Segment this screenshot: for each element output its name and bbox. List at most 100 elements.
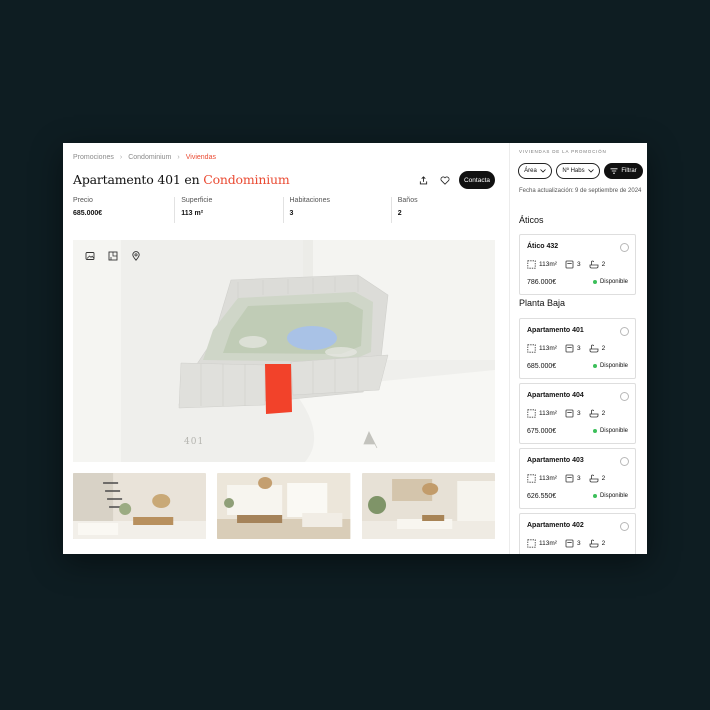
title-prefix: Apartamento 401 en — [73, 172, 200, 187]
stat-label: Baños — [397, 197, 418, 204]
unit-name: Ático 432 — [527, 243, 559, 250]
unit-baths: 2 — [601, 345, 606, 352]
unit-baths: 2 — [601, 475, 606, 482]
unit-price: 675.000€ — [527, 428, 557, 435]
status-dot-icon — [592, 280, 597, 284]
heart-icon[interactable] — [438, 173, 452, 187]
update-date: Fecha actualización: 9 de septiembre de … — [519, 187, 644, 196]
unit-price: 626.550€ — [527, 493, 557, 500]
sidebar-heading: VIVIENDAS DE LA PROMOCIÓN — [519, 149, 607, 154]
area-filter-button[interactable]: Área — [518, 163, 552, 179]
site-plan-map[interactable]: 401 — [73, 240, 495, 462]
bed-icon — [565, 260, 574, 269]
unit-area: 113m² — [539, 261, 557, 268]
unit-status: Disponible — [592, 428, 628, 434]
stat-baths: Baños 2 — [390, 197, 499, 223]
unit-rooms: 3 — [576, 345, 581, 352]
unit-features: 113m² 3 2 — [527, 409, 632, 418]
site-plan-drawing — [73, 240, 495, 462]
unit-select-radio[interactable] — [620, 457, 629, 466]
floorplan-icon[interactable] — [106, 249, 120, 263]
unit-card-atico-432[interactable]: Ático 432 113m² 3 2 786.000€ Disponible — [519, 234, 636, 295]
filter-label: Filtrar — [621, 168, 637, 174]
unit-rooms: 3 — [576, 261, 581, 268]
share-icon[interactable] — [416, 173, 430, 187]
unit-name: Apartamento 402 — [527, 522, 584, 529]
unit-card-apartamento-401[interactable]: Apartamento 401 113m² 3 2 685.000€ Dispo… — [519, 318, 636, 379]
photo-gallery — [73, 473, 495, 541]
unit-baths: 2 — [601, 261, 606, 268]
page-title: Apartamento 401 en Condominium — [73, 172, 290, 187]
unit-status: Disponible — [592, 493, 628, 499]
unit-status-label: Disponible — [599, 428, 628, 434]
stat-value: 685.000€ — [73, 210, 103, 217]
property-card: Promociones › Condominium › Viviendas Aparta… — [63, 143, 647, 554]
unit-card-apartamento-404[interactable]: Apartamento 404 113m² 3 2 675.000€ Dispo… — [519, 383, 636, 444]
unit-area: 113m² — [539, 345, 557, 352]
stat-value: 3 — [289, 210, 294, 217]
gallery-icon[interactable] — [83, 249, 97, 263]
unit-select-radio[interactable] — [620, 243, 629, 252]
bath-icon — [589, 539, 598, 548]
breadcrumb-condominium[interactable]: Condominium — [128, 154, 171, 161]
unit-name: Apartamento 403 — [527, 457, 584, 464]
bed-icon — [565, 409, 574, 418]
bed-icon — [565, 344, 574, 353]
unit-area: 113m² — [539, 410, 557, 417]
unit-card-apartamento-402[interactable]: Apartamento 402 113m² 3 2 — [519, 513, 636, 554]
breadcrumb-viviendas[interactable]: Viviendas — [186, 154, 216, 161]
unit-select-radio[interactable] — [620, 327, 629, 336]
unit-baths: 2 — [601, 410, 606, 417]
area-icon — [527, 409, 536, 418]
breadcrumb-promociones[interactable]: Promociones — [73, 154, 114, 161]
filter-button[interactable]: Filtrar — [604, 163, 643, 179]
chevron-right-icon: › — [177, 154, 180, 161]
stat-label: Habitaciones — [289, 197, 330, 204]
bath-icon — [589, 344, 598, 353]
main-panel: Promociones › Condominium › Viviendas Aparta… — [63, 143, 509, 554]
unit-select-radio[interactable] — [620, 522, 629, 531]
rooms-filter-label: Nº Habs — [562, 168, 585, 174]
photo-thumbnail[interactable] — [73, 473, 207, 539]
unit-status-label: Disponible — [599, 363, 628, 369]
stat-label: Superficie — [181, 197, 213, 204]
area-icon — [527, 539, 536, 548]
unit-status-label: Disponible — [599, 493, 628, 499]
bed-icon — [565, 539, 574, 548]
stat-price: Precio 685.000€ — [73, 197, 174, 223]
unit-area: 113m² — [539, 475, 557, 482]
photo-thumbnail[interactable] — [361, 473, 495, 539]
unit-features: 113m² 3 2 — [527, 344, 632, 353]
update-value: 9 de septiembre de 2024 — [575, 188, 642, 194]
status-dot-icon — [592, 494, 597, 498]
unit-features: 113m² 3 2 — [527, 260, 632, 269]
unit-name: Apartamento 404 — [527, 392, 584, 399]
bed-icon — [565, 474, 574, 483]
rooms-filter-button[interactable]: Nº Habs — [556, 163, 600, 179]
bath-icon — [589, 260, 598, 269]
location-pin-icon[interactable] — [129, 249, 143, 263]
stats-row: Precio 685.000€ Superficie 113 m² Habita… — [73, 197, 499, 223]
stat-value: 2 — [397, 210, 402, 217]
status-dot-icon — [592, 364, 597, 368]
unit-rooms: 3 — [576, 540, 581, 547]
chevron-right-icon: › — [119, 154, 123, 161]
breadcrumb: Promociones › Condominium › Viviendas — [73, 154, 216, 161]
stat-rooms: Habitaciones 3 — [282, 197, 391, 223]
title-accent: Condominium — [203, 172, 290, 187]
unit-card-apartamento-403[interactable]: Apartamento 403 113m² 3 2 626.550€ Dispo… — [519, 448, 636, 509]
area-filter-label: Área — [524, 168, 537, 174]
unit-number-label: 401 — [184, 437, 205, 447]
unit-name: Apartamento 401 — [527, 327, 584, 334]
unit-features: 113m² 3 2 — [527, 539, 632, 548]
unit-baths: 2 — [601, 540, 606, 547]
update-label: Fecha actualización: — [519, 188, 574, 194]
photo-thumbnail[interactable] — [217, 473, 351, 539]
stat-value: 113 m² — [181, 210, 204, 217]
unit-select-radio[interactable] — [620, 392, 629, 401]
unit-area: 113m² — [539, 540, 557, 547]
bath-icon — [589, 474, 598, 483]
contact-button[interactable]: Contacta — [459, 171, 495, 189]
unit-rooms: 3 — [576, 410, 581, 417]
bath-icon — [589, 409, 598, 418]
